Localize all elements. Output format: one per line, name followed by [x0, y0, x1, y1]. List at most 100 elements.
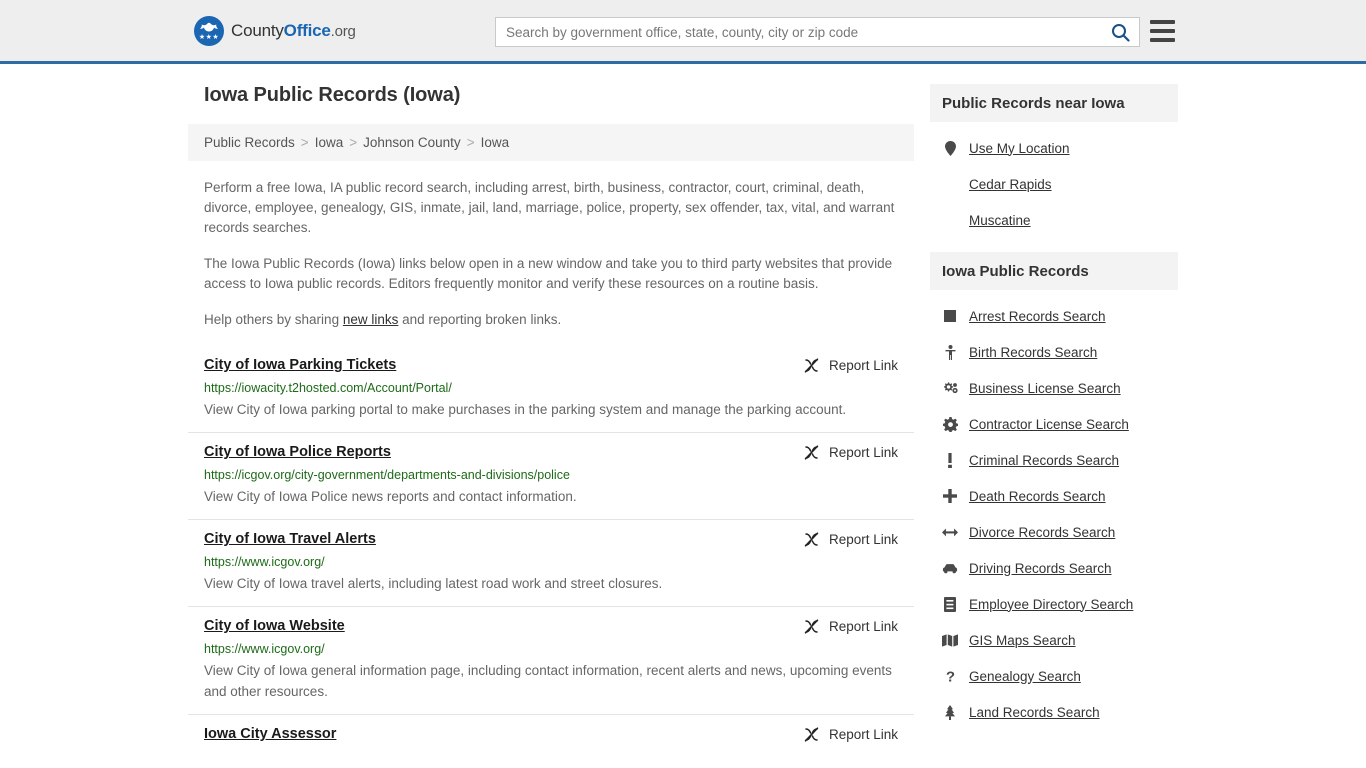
report-link-button[interactable]: Report Link [803, 443, 898, 461]
sidebar-item-driving-records[interactable]: Driving Records Search [930, 550, 1178, 586]
menu-bar-2 [1150, 29, 1175, 33]
sidebar-item-cedar-rapids[interactable]: Cedar Rapids [930, 166, 1178, 202]
result-url[interactable]: https://www.icgov.org/ [204, 555, 898, 570]
square-icon [942, 310, 958, 322]
result-header: City of Iowa Parking Tickets Report Link [204, 356, 898, 374]
breadcrumb-separator: > [466, 135, 475, 150]
result-title-link[interactable]: Iowa City Assessor [204, 725, 336, 743]
sidebar-link[interactable]: Muscatine [969, 213, 1031, 228]
sidebar-link[interactable]: Contractor License Search [969, 417, 1129, 432]
report-link-button[interactable]: Report Link [803, 725, 898, 743]
plus-icon [942, 489, 958, 503]
sidebar-item-genealogy[interactable]: ? Genealogy Search [930, 658, 1178, 694]
sidebar-item-muscatine[interactable]: Muscatine [930, 202, 1178, 238]
sidebar-link[interactable]: Death Records Search [969, 489, 1106, 504]
sidebar-item-gis-maps[interactable]: GIS Maps Search [930, 622, 1178, 658]
result-title-link[interactable]: City of Iowa Police Reports [204, 443, 391, 461]
search-input[interactable] [496, 24, 1101, 40]
sidebar-item-birth-records[interactable]: Birth Records Search [930, 334, 1178, 370]
public-records-list: Arrest Records Search Birth Records Sear… [930, 290, 1178, 730]
svg-text:?: ? [945, 669, 954, 684]
broken-link-icon [804, 445, 819, 460]
exclamation-icon [942, 452, 958, 468]
sidebar-item-contractor-license[interactable]: Contractor License Search [930, 406, 1178, 442]
broken-link-icon [804, 532, 819, 547]
book-icon [942, 596, 958, 612]
main-column: Iowa Public Records (Iowa) Public Record… [188, 84, 914, 755]
result-title-link[interactable]: City of Iowa Website [204, 617, 345, 635]
sidebar-link[interactable]: Use My Location [969, 141, 1070, 156]
breadcrumb-item-public-records[interactable]: Public Records [204, 135, 295, 150]
menu-bar-3 [1150, 38, 1175, 42]
report-link-label: Report Link [828, 619, 898, 634]
sidebar-link[interactable]: Driving Records Search [969, 561, 1112, 576]
intro-section: Perform a free Iowa, IA public record se… [188, 178, 914, 330]
broken-link-icon [804, 358, 819, 373]
report-link-button[interactable]: Report Link [803, 530, 898, 548]
search-bar[interactable] [495, 17, 1140, 47]
result-url[interactable]: https://iowacity.t2hosted.com/Account/Po… [204, 381, 898, 396]
menu-bar-1 [1150, 20, 1175, 24]
intro-p3-after: and reporting broken links. [398, 312, 562, 327]
sidebar-item-business-license[interactable]: Business License Search [930, 370, 1178, 406]
county-office-logo-icon: ★★★ [194, 15, 224, 46]
result-header: City of Iowa Travel Alerts Report Link [204, 530, 898, 548]
content-container: Iowa Public Records (Iowa) Public Record… [188, 84, 1178, 755]
result-header: City of Iowa Police Reports Report Link [204, 443, 898, 461]
search-icon [1111, 23, 1130, 42]
sidebar-item-use-my-location[interactable]: Use My Location [930, 130, 1178, 166]
breadcrumb-item-johnson-county[interactable]: Johnson County [363, 135, 461, 150]
report-link-button[interactable]: Report Link [803, 617, 898, 635]
sidebar-link[interactable]: Genealogy Search [969, 669, 1081, 684]
site-logo[interactable]: ★★★ CountyOffice.org [194, 15, 356, 46]
result-title-link[interactable]: City of Iowa Parking Tickets [204, 356, 396, 374]
sidebar-link[interactable]: Employee Directory Search [969, 597, 1133, 612]
hamburger-menu-button[interactable] [1150, 20, 1175, 42]
public-records-panel: Iowa Public Records Arrest Records Searc… [930, 252, 1178, 730]
broken-link-icon [804, 727, 819, 742]
new-links-link[interactable]: new links [343, 312, 399, 327]
result-item: City of Iowa Website Report Link https:/… [188, 606, 914, 714]
arrows-horizontal-icon [942, 527, 958, 538]
result-description: View City of Iowa travel alerts, includi… [204, 576, 663, 591]
result-description: View City of Iowa parking portal to make… [204, 402, 847, 417]
brand-bold: Office [283, 20, 331, 40]
sidebar-link[interactable]: Arrest Records Search [969, 309, 1106, 324]
sidebar-link[interactable]: Business License Search [969, 381, 1121, 396]
breadcrumb-item-iowa[interactable]: Iowa [315, 135, 344, 150]
sidebar-item-land-records[interactable]: Land Records Search [930, 694, 1178, 730]
result-title-link[interactable]: City of Iowa Travel Alerts [204, 530, 376, 548]
results-list: City of Iowa Parking Tickets Report Link [188, 346, 914, 755]
near-records-heading: Public Records near Iowa [930, 84, 1178, 122]
search-button[interactable] [1101, 18, 1139, 46]
sidebar-item-death-records[interactable]: Death Records Search [930, 478, 1178, 514]
result-item: City of Iowa Police Reports Report Link [188, 432, 914, 519]
result-item: City of Iowa Travel Alerts Report Link h… [188, 519, 914, 606]
report-link-label: Report Link [828, 358, 898, 373]
eagle-icon [200, 22, 218, 31]
sidebar-link[interactable]: Cedar Rapids [969, 177, 1052, 192]
sidebar-item-criminal-records[interactable]: Criminal Records Search [930, 442, 1178, 478]
sidebar-link[interactable]: Birth Records Search [969, 345, 1097, 360]
sidebar-link[interactable]: Criminal Records Search [969, 453, 1119, 468]
intro-paragraph-3: Help others by sharing new links and rep… [204, 310, 898, 330]
result-url[interactable]: https://www.icgov.org/ [204, 642, 898, 657]
page-body: Iowa Public Records (Iowa) Public Record… [0, 64, 1366, 755]
intro-p3-before: Help others by sharing [204, 312, 343, 327]
child-icon [942, 344, 958, 360]
map-pin-icon [942, 140, 958, 156]
sidebar-item-divorce-records[interactable]: Divorce Records Search [930, 514, 1178, 550]
sidebar-item-employee-directory[interactable]: Employee Directory Search [930, 586, 1178, 622]
near-records-panel: Public Records near Iowa Use My Location… [930, 84, 1178, 238]
result-description: View City of Iowa general information pa… [204, 663, 892, 699]
breadcrumb-item-current: Iowa [480, 135, 510, 150]
sidebar-item-arrest-records[interactable]: Arrest Records Search [930, 298, 1178, 334]
breadcrumb-separator: > [349, 135, 358, 150]
near-records-list: Use My Location Cedar Rapids Muscatine [930, 122, 1178, 238]
sidebar-link[interactable]: Divorce Records Search [969, 525, 1115, 540]
sidebar-link[interactable]: GIS Maps Search [969, 633, 1076, 648]
map-icon [942, 633, 958, 647]
result-url[interactable]: https://icgov.org/city-government/depart… [204, 468, 898, 483]
sidebar-link[interactable]: Land Records Search [969, 705, 1100, 720]
report-link-button[interactable]: Report Link [803, 356, 898, 374]
